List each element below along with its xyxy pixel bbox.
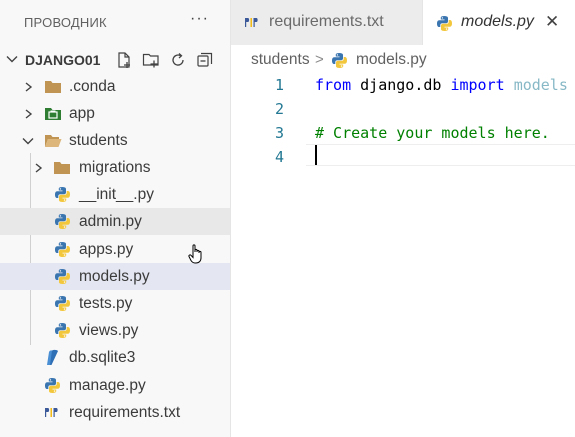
line-number: 2	[274, 100, 284, 118]
tree-item-label: admin.py	[79, 213, 142, 230]
chevron-down-icon	[6, 56, 18, 63]
tree-item-label: apps.py	[79, 241, 134, 258]
tree-item-label: models.py	[79, 268, 150, 285]
chevron-down-icon	[22, 138, 34, 145]
text-caret	[315, 145, 317, 165]
close-icon[interactable]: ✕	[545, 13, 559, 31]
python-icon	[331, 52, 349, 70]
tree-item-manage-py[interactable]: manage.py	[0, 372, 230, 399]
breadcrumb: students > models.py	[231, 46, 575, 74]
breadcrumb-separator: >	[315, 51, 324, 68]
tree-item-db-sqlite3[interactable]: db.sqlite3	[0, 344, 230, 371]
chevron-right-icon	[25, 82, 33, 92]
python-icon	[43, 377, 61, 394]
python-icon	[435, 14, 453, 32]
tree-item-label: tests.py	[79, 295, 133, 312]
tree-item-views-py[interactable]: views.py	[0, 317, 230, 344]
sqlite-icon	[43, 349, 61, 366]
import-name: models	[513, 76, 568, 94]
python-icon	[53, 241, 71, 258]
tab-models-py[interactable]: models.py ✕	[423, 0, 575, 46]
tree-item-requirements-txt[interactable]: requirements.txt	[0, 399, 230, 426]
chevron-right-icon	[25, 109, 33, 119]
breadcrumb-file[interactable]: models.py	[356, 51, 427, 69]
tree-item-label: __init__.py	[79, 186, 154, 203]
keyword-import: import	[450, 76, 505, 94]
python-icon	[53, 186, 71, 203]
explorer-title: ПРОВОДНИК	[24, 14, 107, 30]
collapse-all-icon[interactable]	[195, 50, 215, 70]
code-line-1: from django.db import models	[315, 76, 568, 94]
new-folder-icon[interactable]	[141, 50, 161, 70]
tree-item-label: db.sqlite3	[69, 349, 136, 366]
app-folder-icon	[44, 105, 62, 122]
code-editor[interactable]: 1 2 3 4 from django.db import models # C…	[231, 74, 575, 437]
tab-requirements-txt[interactable]: requirements.txt	[231, 0, 423, 45]
tree-item-admin-py[interactable]: admin.py	[0, 208, 230, 235]
tree-item-students[interactable]: students	[0, 127, 230, 154]
pip-icon	[43, 404, 61, 421]
tree-item-migrations[interactable]: migrations	[0, 154, 230, 181]
folder-icon	[53, 159, 71, 176]
code-line-3: # Create your models here.	[315, 124, 550, 142]
current-line-highlight	[306, 144, 575, 166]
tree-item-label: requirements.txt	[69, 404, 181, 421]
breadcrumb-folder[interactable]: students	[251, 51, 310, 69]
python-icon	[53, 295, 71, 312]
tree-item-label: .conda	[69, 78, 116, 95]
project-actions	[114, 50, 215, 70]
explorer-sidebar: ПРОВОДНИК ··· DJANGO01 .conda app studen…	[0, 0, 231, 437]
tree-item-label: migrations	[79, 159, 151, 176]
tree-item-app[interactable]: app	[0, 100, 230, 127]
folder-open-icon	[44, 132, 62, 149]
tree-item-label: app	[69, 105, 95, 122]
hand-cursor-icon	[188, 244, 202, 264]
tree-item-tests-py[interactable]: tests.py	[0, 290, 230, 317]
module-name: django.db	[360, 76, 442, 94]
tab-bar: requirements.txt models.py ✕	[231, 0, 575, 46]
more-actions-icon[interactable]: ···	[190, 11, 209, 27]
line-number: 1	[274, 76, 284, 94]
line-number: 4	[274, 148, 284, 166]
tree-item-label: manage.py	[69, 377, 146, 394]
explorer-header: ПРОВОДНИК ···	[0, 0, 230, 44]
python-icon	[53, 322, 71, 339]
python-icon	[53, 213, 71, 230]
tree-item-label: students	[69, 132, 128, 149]
chevron-right-icon	[35, 163, 43, 173]
refresh-icon[interactable]	[168, 50, 188, 70]
python-icon	[53, 268, 71, 285]
tab-label: requirements.txt	[269, 13, 384, 30]
tree-item-label: views.py	[79, 322, 139, 339]
line-number: 3	[274, 124, 284, 142]
pip-icon	[243, 14, 261, 32]
project-name: DJANGO01	[25, 52, 101, 68]
tab-label: models.py	[461, 13, 534, 30]
tree-item-init-py[interactable]: __init__.py	[0, 181, 230, 208]
keyword-from: from	[315, 76, 352, 94]
project-root[interactable]: DJANGO01	[0, 46, 230, 74]
tree-item-models-py[interactable]: models.py	[0, 263, 230, 290]
folder-icon	[44, 78, 62, 95]
new-file-icon[interactable]	[114, 50, 134, 70]
tree-item-conda[interactable]: .conda	[0, 73, 230, 100]
